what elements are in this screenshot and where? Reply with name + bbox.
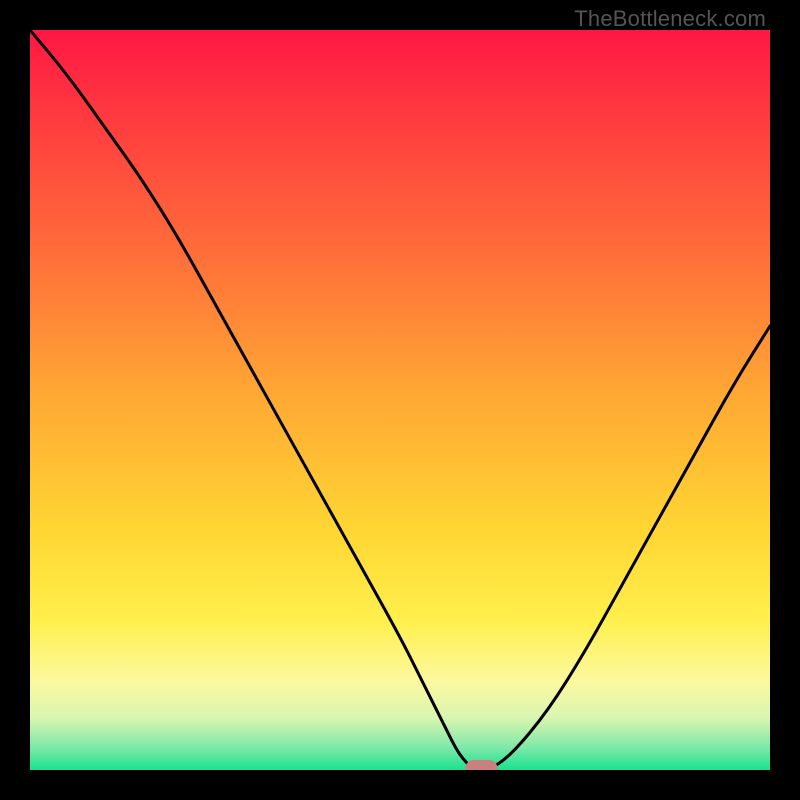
bottleneck-chart	[30, 30, 770, 770]
optimal-marker	[465, 760, 497, 770]
chart-container	[30, 30, 770, 770]
watermark-text: TheBottleneck.com	[574, 6, 766, 32]
chart-background	[30, 30, 770, 770]
